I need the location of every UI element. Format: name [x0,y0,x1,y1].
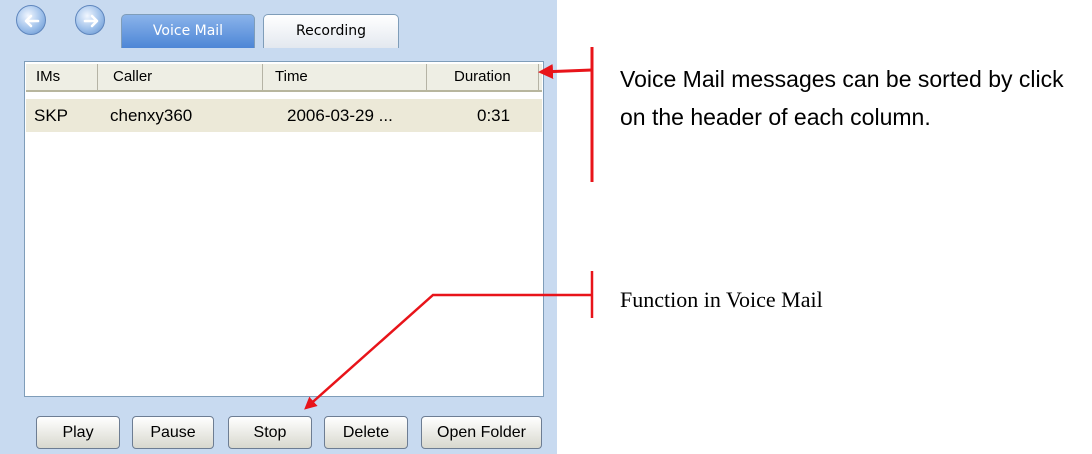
function-callout-arrow [304,293,592,410]
callout-arrows [304,47,594,410]
sort-callout-arrow [538,64,593,80]
